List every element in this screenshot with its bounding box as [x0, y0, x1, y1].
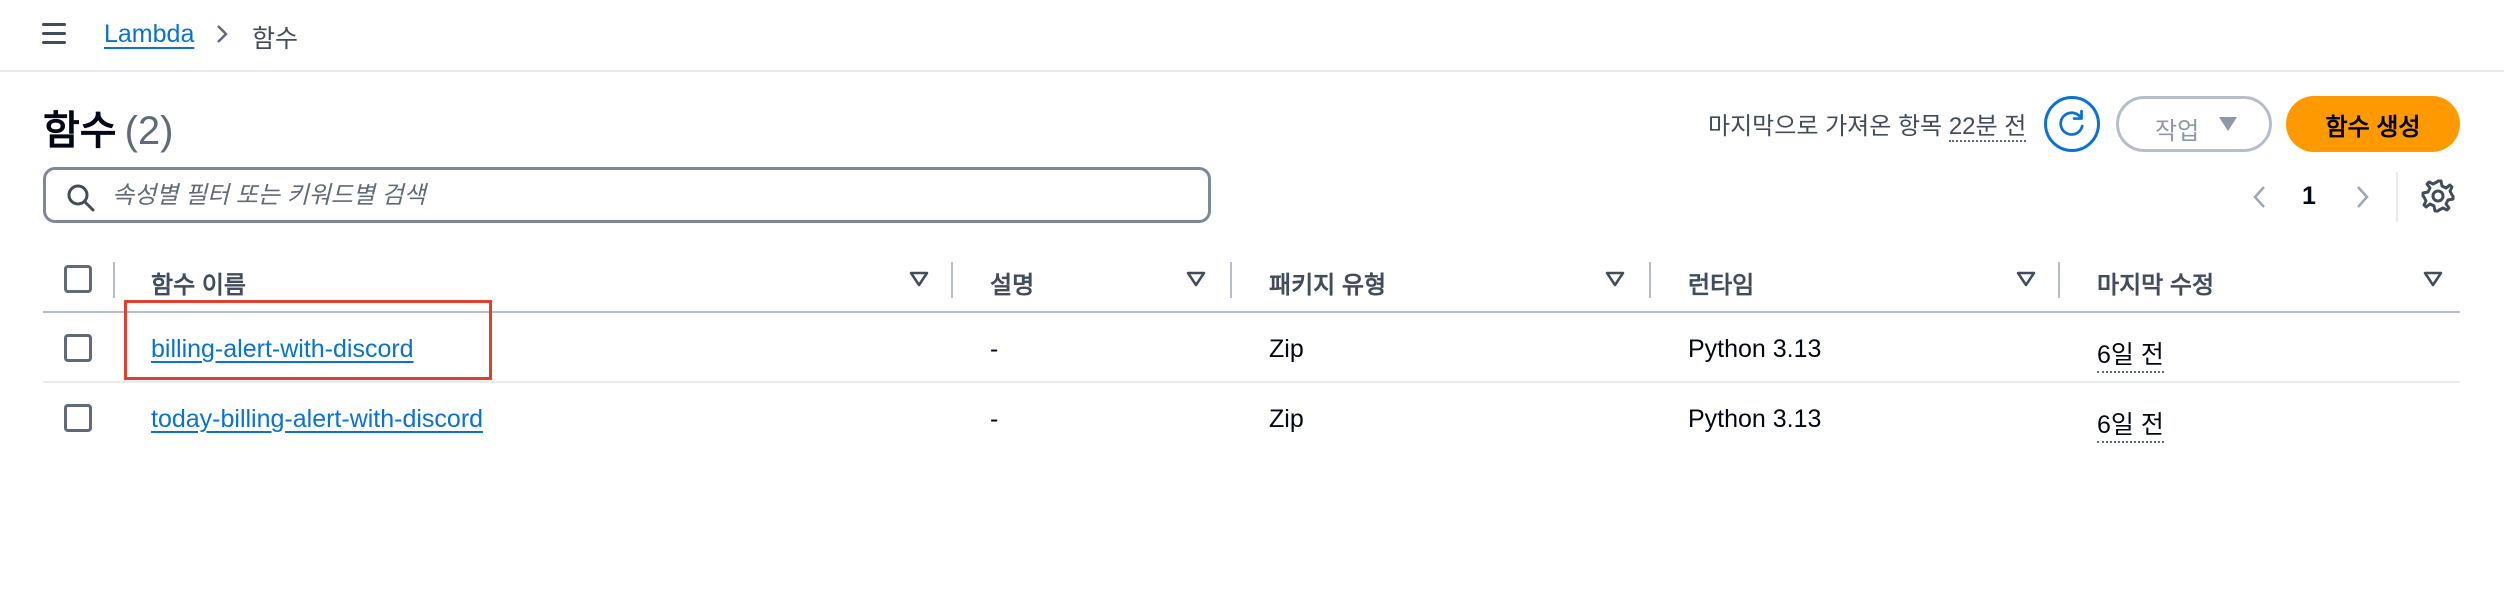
chevron-left-icon[interactable]	[2250, 182, 2270, 212]
actions-dropdown-button[interactable]: 작업	[2116, 96, 2272, 152]
table-header-row: 함수 이름 설명 패키지 유형 런타임 마지막 수정	[43, 248, 2460, 313]
column-header-last-modified[interactable]: 마지막 수정	[2097, 265, 2214, 300]
column-divider[interactable]	[2058, 262, 2060, 298]
create-function-button[interactable]: 함수 생성	[2286, 96, 2460, 152]
function-description: -	[990, 335, 999, 363]
function-description: -	[990, 405, 999, 433]
column-divider[interactable]	[1649, 262, 1651, 298]
hamburger-menu-icon[interactable]	[40, 22, 70, 46]
function-runtime: Python 3.13	[1688, 335, 1822, 363]
last-fetched-info: 마지막으로 가져온 항목 22분 전	[1708, 106, 2027, 142]
column-header-function-name[interactable]: 함수 이름	[151, 265, 246, 300]
function-last-modified: 6일 전	[2097, 405, 2164, 443]
actions-button-label: 작업	[2155, 118, 2200, 145]
chevron-right-icon	[217, 25, 228, 43]
function-name-link[interactable]: today-billing-alert-with-discord	[151, 405, 483, 434]
column-divider	[113, 262, 115, 298]
sort-caret-icon[interactable]	[1186, 270, 1206, 288]
search-field[interactable]	[43, 167, 1211, 223]
breadcrumb-current: 함수	[252, 25, 299, 53]
column-header-runtime[interactable]: 런타임	[1688, 265, 1754, 300]
search-input[interactable]	[112, 179, 1192, 213]
last-fetched-time: 22분 전	[1948, 113, 2027, 142]
last-fetched-prefix: 마지막으로 가져온 항목	[1708, 113, 1943, 140]
table-row: today-billing-alert-with-discord - Zip P…	[43, 383, 2460, 453]
row-select-checkbox[interactable]	[64, 404, 92, 432]
sort-caret-icon[interactable]	[2016, 270, 2036, 288]
functions-table: 함수 이름 설명 패키지 유형 런타임 마지막 수정 billing-alert…	[43, 248, 2460, 453]
page-title: 함수 (2)	[43, 98, 174, 156]
sort-caret-icon[interactable]	[2423, 270, 2443, 288]
select-all-checkbox[interactable]	[64, 265, 92, 293]
function-package-type: Zip	[1269, 405, 1304, 433]
column-header-description[interactable]: 설명	[990, 265, 1034, 300]
function-count: (2)	[124, 109, 174, 153]
caret-down-icon	[2219, 117, 2237, 131]
column-divider[interactable]	[1230, 262, 1232, 298]
refresh-button[interactable]	[2044, 96, 2100, 152]
page-title-text: 함수	[43, 109, 117, 153]
table-row: billing-alert-with-discord - Zip Python …	[43, 313, 2460, 383]
top-navigation-bar: Lambda 함수	[0, 0, 2504, 72]
sort-caret-icon[interactable]	[1605, 270, 1625, 288]
breadcrumb-lambda-link[interactable]: Lambda	[104, 20, 194, 49]
search-icon	[67, 184, 95, 212]
pagination-page-1[interactable]: 1	[2302, 182, 2316, 211]
function-name-link[interactable]: billing-alert-with-discord	[151, 335, 414, 364]
row-select-checkbox[interactable]	[64, 334, 92, 362]
sort-caret-icon[interactable]	[909, 270, 929, 288]
pagination-divider	[2396, 172, 2398, 222]
gear-icon[interactable]	[2420, 178, 2456, 214]
column-divider[interactable]	[951, 262, 953, 298]
function-runtime: Python 3.13	[1688, 405, 1822, 433]
function-package-type: Zip	[1269, 335, 1304, 363]
refresh-icon	[2059, 109, 2084, 136]
chevron-right-icon[interactable]	[2352, 182, 2372, 212]
function-last-modified: 6일 전	[2097, 335, 2164, 373]
column-header-package-type[interactable]: 패키지 유형	[1269, 265, 1386, 300]
